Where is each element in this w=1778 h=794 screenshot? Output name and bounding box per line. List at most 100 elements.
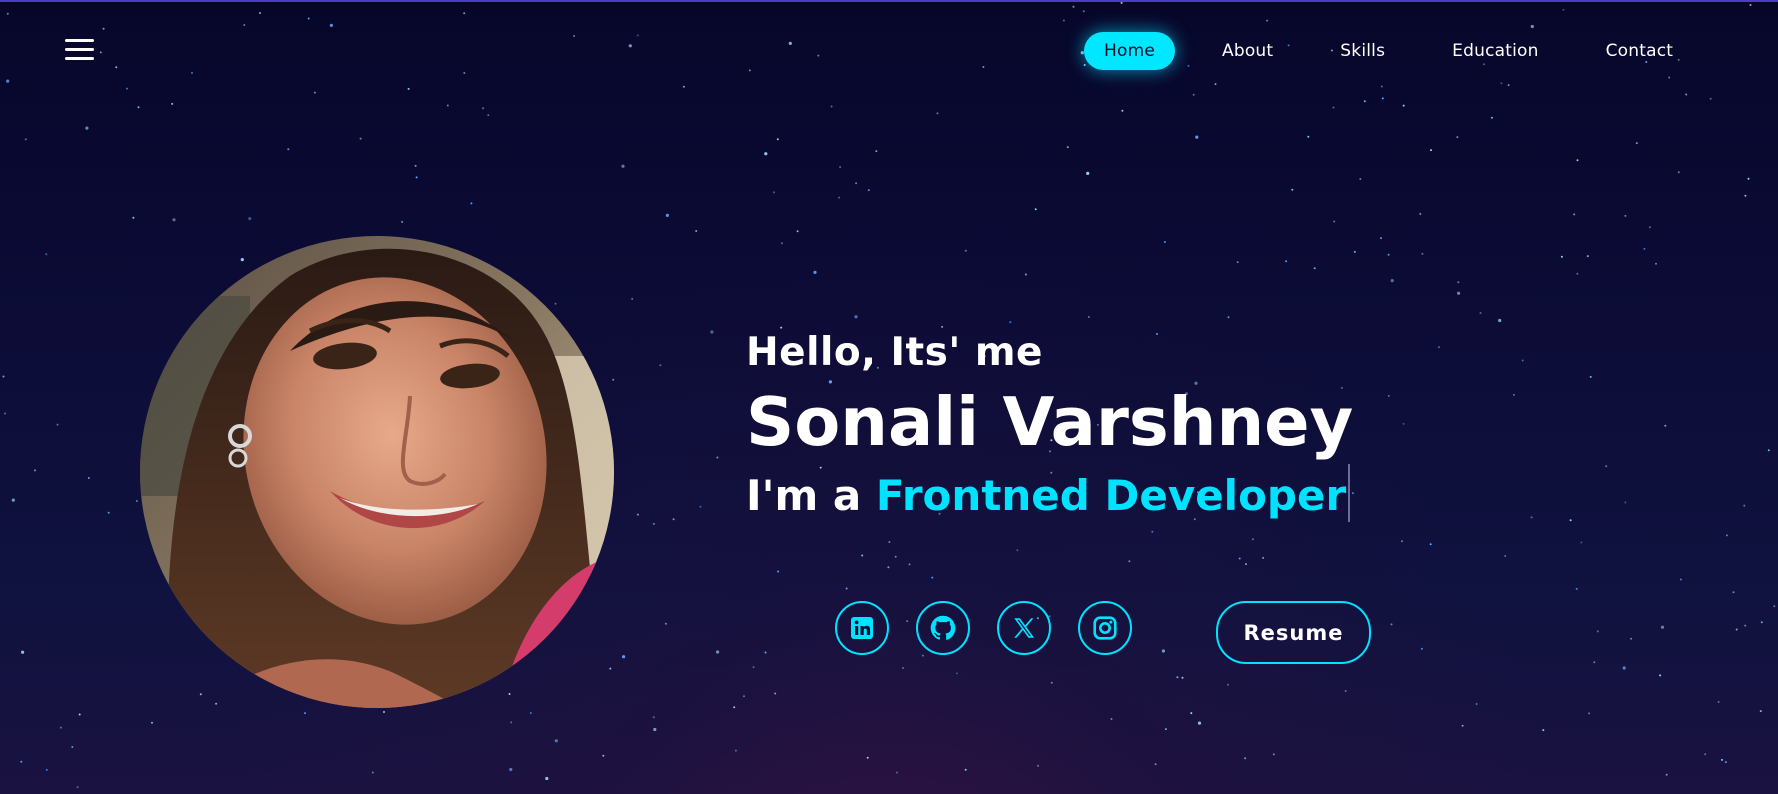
nav-skills[interactable]: Skills	[1320, 32, 1405, 70]
linkedin-icon[interactable]	[835, 601, 889, 655]
star	[1066, 146, 1069, 149]
star	[1353, 250, 1356, 253]
star	[191, 71, 193, 74]
star	[20, 760, 23, 763]
star	[78, 713, 81, 716]
github-icon[interactable]	[916, 601, 970, 655]
star	[199, 693, 202, 696]
star	[1190, 712, 1193, 715]
star	[748, 69, 751, 72]
star	[1332, 106, 1335, 109]
star	[1596, 630, 1599, 633]
nav-home[interactable]: Home	[1084, 32, 1176, 70]
nav-contact[interactable]: Contact	[1586, 32, 1694, 70]
star	[764, 651, 767, 654]
profile-photo	[140, 236, 614, 708]
star	[1285, 260, 1288, 263]
star	[964, 768, 967, 771]
star	[665, 213, 670, 217]
star	[734, 749, 737, 752]
star	[716, 456, 719, 459]
star	[612, 378, 615, 381]
star	[788, 41, 792, 46]
star	[716, 650, 720, 654]
star	[1072, 5, 1075, 8]
star	[554, 739, 558, 743]
star	[1659, 674, 1662, 677]
star	[982, 66, 985, 68]
nav-about[interactable]: About	[1202, 32, 1293, 70]
star	[1573, 213, 1576, 216]
star	[602, 754, 605, 757]
star	[171, 102, 174, 105]
star	[1648, 226, 1651, 229]
star	[215, 702, 218, 705]
resume-button[interactable]: Resume	[1216, 601, 1371, 664]
star	[866, 756, 869, 759]
star	[1236, 261, 1239, 264]
star	[99, 51, 102, 54]
star	[1333, 220, 1336, 223]
hamburger-menu-icon[interactable]	[65, 38, 95, 62]
star	[1760, 621, 1763, 624]
star	[845, 587, 848, 590]
star	[1226, 683, 1229, 686]
nav-education[interactable]: Education	[1432, 32, 1558, 70]
star	[1402, 104, 1405, 107]
star	[1457, 281, 1460, 284]
instagram-icon[interactable]	[1078, 601, 1132, 655]
star	[1630, 637, 1633, 640]
star	[1560, 255, 1563, 258]
greeting-text: Hello, Its' me	[746, 330, 1043, 375]
star	[1530, 516, 1533, 519]
star	[11, 498, 15, 502]
star	[653, 727, 657, 732]
star	[1586, 255, 1589, 258]
star	[664, 622, 667, 625]
star	[1724, 761, 1727, 764]
star	[1037, 764, 1040, 767]
star	[1390, 623, 1393, 626]
star	[1721, 758, 1723, 761]
star	[1429, 543, 1432, 546]
social-links	[835, 601, 1132, 655]
star	[631, 297, 634, 300]
star	[487, 114, 490, 117]
star	[672, 518, 675, 521]
star	[1110, 718, 1113, 720]
star	[861, 554, 864, 557]
star	[1677, 171, 1680, 174]
star	[1024, 273, 1027, 276]
star	[1576, 159, 1579, 162]
hero-name: Sonali Varshney	[746, 383, 1354, 461]
star	[243, 24, 246, 26]
star	[855, 182, 858, 185]
star	[1479, 312, 1482, 314]
star	[1238, 557, 1241, 560]
star	[1438, 346, 1440, 349]
star	[508, 693, 511, 695]
star	[1251, 538, 1254, 541]
star	[45, 768, 48, 771]
star	[1009, 321, 1012, 324]
star	[1605, 465, 1608, 468]
star	[813, 270, 817, 274]
star	[931, 576, 934, 579]
star	[659, 364, 662, 367]
star	[21, 650, 25, 654]
star	[1192, 93, 1195, 96]
star	[1163, 241, 1166, 243]
star	[1635, 142, 1638, 145]
star	[1747, 177, 1750, 180]
star	[1154, 763, 1157, 766]
star	[1500, 82, 1503, 85]
star	[1344, 690, 1347, 692]
star	[1380, 237, 1382, 240]
x-twitter-icon[interactable]	[997, 601, 1051, 655]
star	[1387, 394, 1390, 397]
star	[839, 166, 842, 169]
star	[545, 776, 549, 781]
role-line: I'm a Frontned Developer	[746, 464, 1353, 524]
star	[1624, 501, 1627, 504]
star	[1735, 628, 1738, 631]
